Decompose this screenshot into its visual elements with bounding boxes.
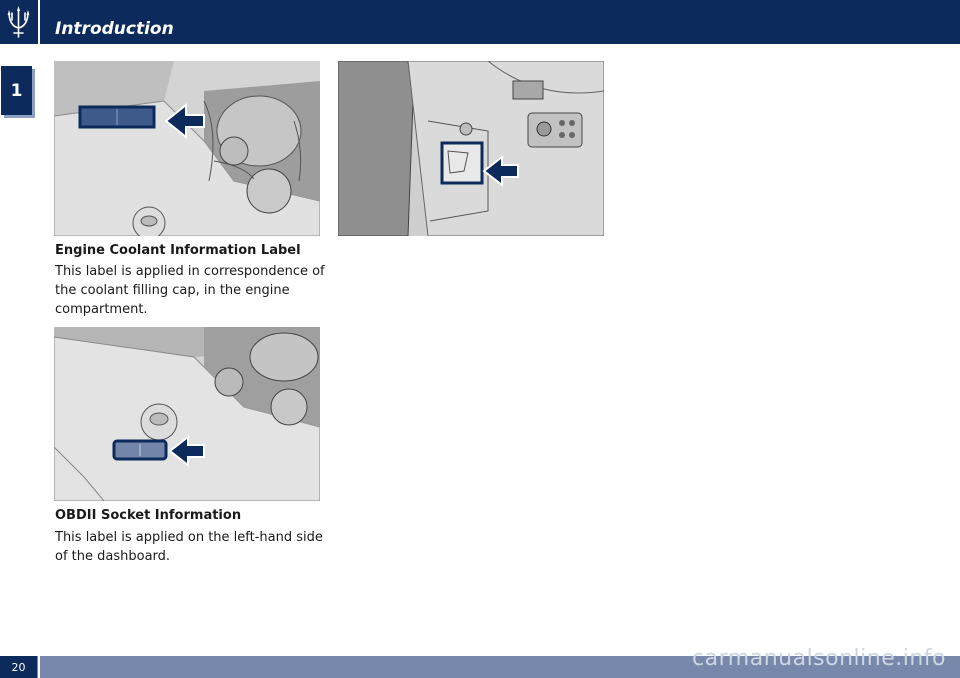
header-bar: Introduction	[0, 0, 960, 44]
engine-coolant-paragraph: This label is applied in correspondence …	[55, 264, 325, 317]
obdii-socket-label-illustration	[338, 61, 604, 236]
chapter-tab: 1	[1, 66, 32, 115]
page-title: Introduction	[55, 19, 174, 39]
engine-bay-label-illustration	[54, 327, 320, 501]
engine-coolant-label-illustration	[54, 61, 320, 236]
header-divider	[38, 0, 40, 44]
watermark: carmanualsonline.info	[692, 646, 946, 671]
trident-logo-icon	[7, 6, 30, 38]
obdii-socket-paragraph: This label is applied on the left-hand s…	[55, 530, 323, 564]
logo-box	[0, 0, 37, 44]
footer-divider	[38, 656, 40, 678]
engine-coolant-caption: Engine Coolant Information Label	[55, 243, 301, 258]
obdii-socket-caption: OBDII Socket Information	[55, 508, 242, 523]
page-number: 20	[0, 656, 37, 678]
